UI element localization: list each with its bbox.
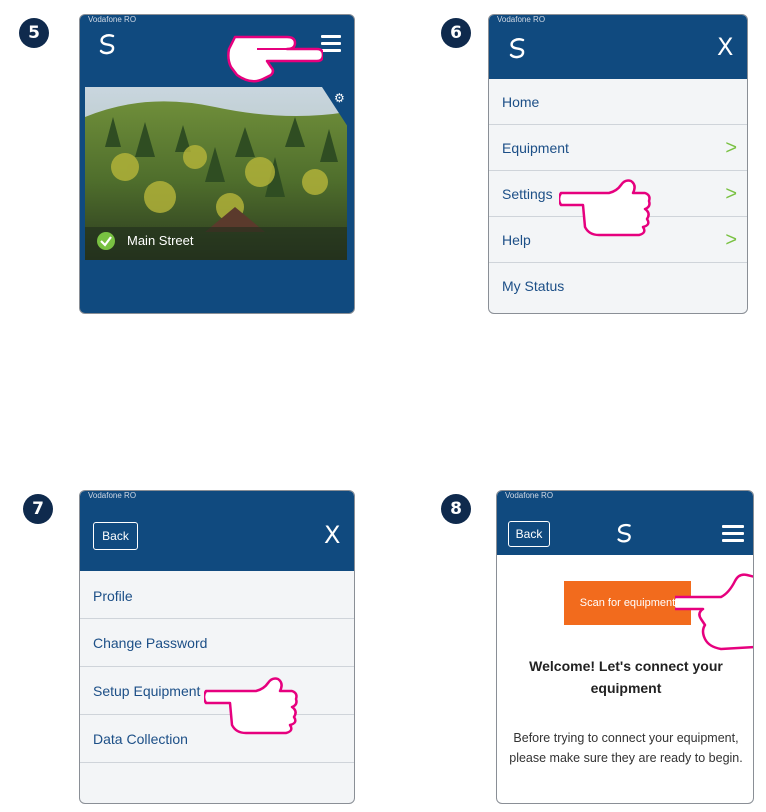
menu-item-label: Change Password bbox=[93, 634, 208, 651]
menu-item-label: Home bbox=[502, 93, 540, 110]
menu-item-my-status[interactable]: My Status bbox=[489, 263, 747, 309]
app-logo-icon bbox=[617, 523, 631, 543]
close-menu-button[interactable]: X bbox=[717, 33, 733, 61]
menu-item-label: My Status bbox=[502, 278, 565, 294]
menu-item-change-password[interactable]: Change Password bbox=[80, 619, 354, 667]
close-menu-button[interactable]: X bbox=[324, 521, 340, 549]
status-bar: Vodafone RO bbox=[88, 491, 137, 500]
pointing-hand-icon bbox=[227, 35, 323, 83]
menu-header: Vodafone RO Back X bbox=[80, 491, 354, 571]
step-badge-7: 7 bbox=[23, 494, 53, 524]
back-button[interactable]: Back bbox=[93, 522, 138, 550]
location-photo[interactable]: Main Street bbox=[85, 87, 347, 260]
location-name: Main Street bbox=[127, 233, 194, 248]
phone-screen-6: Vodafone RO X Home Equipment > Settings … bbox=[488, 14, 748, 314]
welcome-heading: Welcome! Let's connect your equipment bbox=[529, 658, 723, 696]
phone-screen-8: Vodafone RO Back Scan for equipment Welc… bbox=[496, 490, 754, 804]
app-header: Vodafone RO Back bbox=[497, 491, 753, 555]
gear-icon[interactable]: ⚙ bbox=[334, 91, 345, 105]
app-logo-icon bbox=[509, 38, 525, 59]
menu-item-home[interactable]: Home bbox=[489, 79, 747, 125]
menu-item-label: Setup Equipment bbox=[93, 682, 201, 699]
pointing-hand-icon bbox=[559, 179, 651, 237]
hamburger-icon[interactable] bbox=[722, 525, 744, 546]
check-circle-icon bbox=[97, 232, 115, 250]
menu-item-label: Equipment bbox=[502, 139, 569, 156]
app-logo-icon bbox=[99, 34, 115, 55]
status-bar: Vodafone RO bbox=[505, 491, 554, 500]
welcome-body: Before trying to connect your equipment,… bbox=[509, 731, 743, 765]
status-bar: Vodafone RO bbox=[497, 15, 546, 24]
chevron-right-icon: > bbox=[725, 137, 737, 159]
step-badge-6: 6 bbox=[441, 18, 471, 48]
scan-for-equipment-button[interactable]: Scan for equipment bbox=[564, 581, 691, 625]
step-badge-5: 5 bbox=[19, 18, 49, 48]
menu-header: Vodafone RO X bbox=[489, 15, 747, 79]
chevron-right-icon: > bbox=[725, 229, 737, 251]
menu-item-label: Data Collection bbox=[93, 730, 188, 747]
menu-item-label: Profile bbox=[93, 587, 133, 604]
landscape-image bbox=[85, 87, 347, 260]
hamburger-icon[interactable] bbox=[321, 35, 341, 56]
back-button[interactable]: Back bbox=[508, 521, 550, 547]
menu-item-label: Settings bbox=[502, 185, 553, 202]
menu-item-profile[interactable]: Profile bbox=[80, 573, 354, 619]
pointing-hand-icon bbox=[204, 677, 298, 735]
pointing-hand-icon bbox=[675, 573, 753, 651]
step-badge-8: 8 bbox=[441, 494, 471, 524]
chevron-right-icon: > bbox=[725, 183, 737, 205]
phone-screen-5: Vodafone RO Main Street ⚙ bbox=[79, 14, 355, 314]
phone-screen-7: Vodafone RO Back X Profile Change Passwo… bbox=[79, 490, 355, 804]
menu-item-label: Help bbox=[502, 231, 531, 248]
